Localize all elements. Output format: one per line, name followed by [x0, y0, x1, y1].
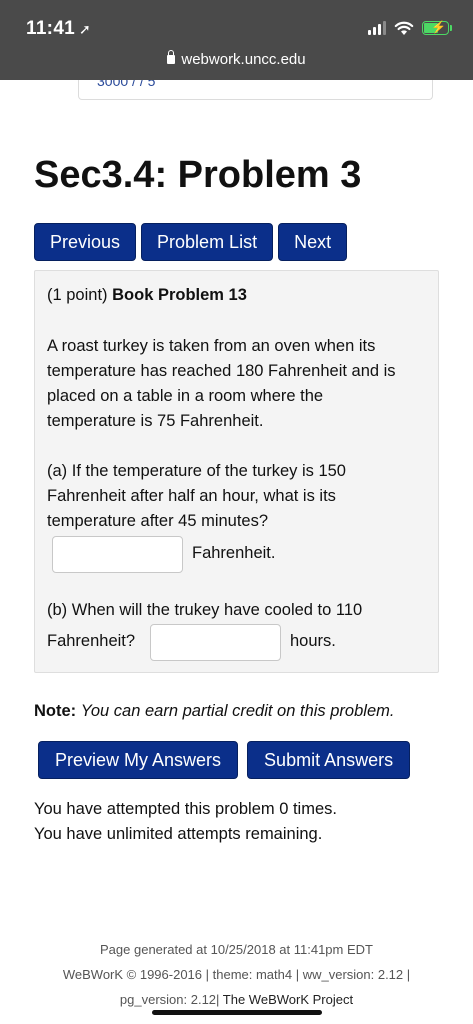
submit-answers-button[interactable]: Submit Answers: [247, 741, 411, 779]
problem-intro: A roast turkey is taken from an oven whe…: [47, 337, 396, 430]
status-time: 11:41 ➚: [26, 18, 92, 39]
part-a-question: (a) If the temperature of the turkey is …: [47, 462, 346, 530]
next-button[interactable]: Next: [278, 223, 348, 261]
problem-navigation: Previous Problem List Next: [34, 223, 348, 261]
home-indicator[interactable]: [152, 1010, 322, 1015]
cellular-signal-icon: [368, 21, 386, 35]
page-title: Sec3.4: Problem 3: [34, 154, 362, 196]
location-arrow-icon: ➚: [79, 21, 92, 37]
webwork-project-link[interactable]: The WeBWorK Project: [223, 992, 353, 1007]
answer-a-input[interactable]: [52, 536, 183, 573]
problem-panel: (1 point) Book Problem 13 A roast turkey…: [34, 270, 439, 673]
battery-charging-icon: ⚡: [422, 20, 452, 35]
previous-button[interactable]: Previous: [34, 223, 137, 261]
answer-b-input[interactable]: [150, 624, 281, 661]
preview-answers-button[interactable]: Preview My Answers: [38, 741, 239, 779]
lock-icon: [167, 50, 176, 64]
problem-heading: Book Problem 13: [112, 286, 247, 304]
part-b-question: (b) When will the trukey have cooled to …: [47, 601, 363, 619]
browser-top-bar: 11:41 ➚ ⚡ webwork.uncc.edu: [0, 0, 473, 80]
answer-b-unit: hours.: [290, 632, 336, 650]
problem-header: (1 point) Book Problem 13: [47, 286, 247, 304]
part-b-label: Fahrenheit?: [47, 632, 136, 650]
problem-list-button[interactable]: Problem List: [141, 223, 274, 261]
wifi-icon: [394, 21, 414, 35]
system-icons: ⚡: [368, 20, 452, 36]
answer-actions: Preview My Answers Submit Answers: [38, 741, 411, 779]
partial-credit-note: Note: You can earn partial credit on thi…: [34, 702, 395, 720]
attempts-info: You have attempted this problem 0 times.…: [34, 800, 337, 843]
page-footer: Page generated at 10/25/2018 at 11:41pm …: [62, 942, 411, 1007]
answer-a-unit: Fahrenheit.: [192, 544, 276, 562]
url-text: webwork.uncc.edu: [181, 51, 306, 68]
address-bar[interactable]: webwork.uncc.edu: [0, 50, 473, 68]
